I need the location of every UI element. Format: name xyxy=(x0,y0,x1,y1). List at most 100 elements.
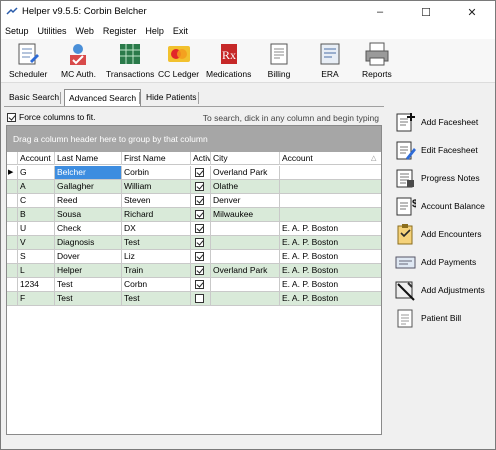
cell-city[interactable]: Olathe xyxy=(211,180,280,193)
cell-first-name[interactable]: William xyxy=(122,180,191,193)
cell-city[interactable]: Denver xyxy=(211,194,280,207)
cell-last-name[interactable]: Test xyxy=(55,292,122,305)
cell-account-2[interactable]: E. A. P. Boston xyxy=(280,236,381,249)
row-selector[interactable] xyxy=(7,264,18,277)
cell-last-name[interactable]: Belcher xyxy=(55,166,122,179)
cell-city[interactable] xyxy=(211,278,280,291)
menu-register[interactable]: Register xyxy=(103,26,137,36)
menu-setup[interactable]: Setup xyxy=(5,26,29,36)
row-selector[interactable] xyxy=(7,222,18,235)
cell-account-2[interactable]: E. A. P. Boston xyxy=(280,278,381,291)
active-checkbox[interactable] xyxy=(195,294,204,303)
active-checkbox[interactable] xyxy=(195,252,204,261)
cell-first-name[interactable]: Corbn xyxy=(122,278,191,291)
progress-notes-button[interactable]: Progress Notes xyxy=(394,167,480,189)
cell-account[interactable]: S xyxy=(18,250,55,263)
table-row[interactable]: F Test Test E. A. P. Boston xyxy=(7,292,381,306)
menu-utilities[interactable]: Utilities xyxy=(38,26,67,36)
cc-ledger-button[interactable]: CC Ledger xyxy=(158,41,199,81)
row-selector[interactable] xyxy=(7,278,18,291)
force-fit-checkbox[interactable] xyxy=(7,112,16,122)
cell-last-name[interactable]: Test xyxy=(55,278,122,291)
row-selector[interactable] xyxy=(7,194,18,207)
cell-last-name[interactable]: Sousa xyxy=(55,208,122,221)
cell-last-name[interactable]: Check xyxy=(55,222,122,235)
cell-account-2[interactable] xyxy=(280,208,381,221)
table-row[interactable]: U Check DX E. A. P. Boston xyxy=(7,222,381,236)
menu-exit[interactable]: Exit xyxy=(173,26,188,36)
add-payments-button[interactable]: Add Payments xyxy=(394,251,476,273)
cell-account[interactable]: V xyxy=(18,236,55,249)
table-row[interactable]: B Sousa Richard Milwaukee xyxy=(7,208,381,222)
minimize-button[interactable]: – xyxy=(357,1,403,23)
cell-account-2[interactable]: E. A. P. Boston xyxy=(280,292,381,305)
cell-account[interactable]: F xyxy=(18,292,55,305)
add-encounters-button[interactable]: Add Encounters xyxy=(394,223,481,245)
cell-city[interactable] xyxy=(211,236,280,249)
cell-first-name[interactable]: Test xyxy=(122,236,191,249)
cell-account[interactable]: B xyxy=(18,208,55,221)
mc-auth-button[interactable]: MC Auth. xyxy=(61,41,96,81)
cell-city[interactable] xyxy=(211,250,280,263)
cell-last-name[interactable]: Helper xyxy=(55,264,122,277)
cell-account-2[interactable]: E. A. P. Boston xyxy=(280,222,381,235)
table-row[interactable]: ▶ G Belcher Corbin Overland Park xyxy=(7,166,381,180)
edit-facesheet-button[interactable]: Edit Facesheet xyxy=(394,139,478,161)
cell-first-name[interactable]: DX xyxy=(122,222,191,235)
cell-active[interactable] xyxy=(191,236,211,249)
menu-help[interactable]: Help xyxy=(145,26,164,36)
column-header-account[interactable]: Account xyxy=(18,152,55,165)
active-checkbox[interactable] xyxy=(195,196,204,205)
cell-active[interactable] xyxy=(191,278,211,291)
row-selector[interactable] xyxy=(7,250,18,263)
cell-active[interactable] xyxy=(191,194,211,207)
table-row[interactable]: V Diagnosis Test E. A. P. Boston xyxy=(7,236,381,250)
cell-first-name[interactable]: Test xyxy=(122,292,191,305)
cell-active[interactable] xyxy=(191,264,211,277)
tab-basic-search[interactable]: Basic Search xyxy=(5,89,63,106)
reports-button[interactable]: Reports xyxy=(362,41,392,81)
cell-account-2[interactable] xyxy=(280,180,381,193)
cell-first-name[interactable]: Liz xyxy=(122,250,191,263)
column-header-last-name[interactable]: Last Name xyxy=(55,152,122,165)
cell-account[interactable]: A xyxy=(18,180,55,193)
row-selector[interactable]: ▶ xyxy=(7,166,18,179)
table-row[interactable]: 1234 Test Corbn E. A. P. Boston xyxy=(7,278,381,292)
cell-account[interactable]: G xyxy=(18,166,55,179)
force-fit-option[interactable]: Force columns to fit. xyxy=(7,112,96,122)
cell-last-name[interactable]: Diagnosis xyxy=(55,236,122,249)
medications-button[interactable]: Rx Medications xyxy=(206,41,251,81)
cell-city[interactable] xyxy=(211,222,280,235)
cell-active[interactable] xyxy=(191,250,211,263)
cell-account[interactable]: L xyxy=(18,264,55,277)
column-header-city[interactable]: City xyxy=(211,152,280,165)
active-checkbox[interactable] xyxy=(195,168,204,177)
tab-advanced-search[interactable]: Advanced Search xyxy=(64,89,142,107)
active-checkbox[interactable] xyxy=(195,224,204,233)
row-selector[interactable] xyxy=(7,292,18,305)
cell-first-name[interactable]: Richard xyxy=(122,208,191,221)
add-facesheet-button[interactable]: Add Facesheet xyxy=(394,111,478,133)
table-row[interactable]: A Gallagher William Olathe xyxy=(7,180,381,194)
account-balance-button[interactable]: $ Account Balance xyxy=(394,195,485,217)
cell-account-2[interactable] xyxy=(280,166,381,179)
cell-city[interactable]: Overland Park xyxy=(211,264,280,277)
active-checkbox[interactable] xyxy=(195,266,204,275)
active-checkbox[interactable] xyxy=(195,210,204,219)
cell-active[interactable] xyxy=(191,180,211,193)
cell-last-name[interactable]: Dover xyxy=(55,250,122,263)
tab-hide-patients[interactable]: Hide Patients xyxy=(142,89,201,106)
maximize-button[interactable]: ☐ xyxy=(403,1,449,23)
cell-city[interactable]: Milwaukee xyxy=(211,208,280,221)
row-selector[interactable] xyxy=(7,180,18,193)
era-button[interactable]: ERA xyxy=(317,41,343,81)
active-checkbox[interactable] xyxy=(195,280,204,289)
cell-first-name[interactable]: Corbin xyxy=(122,166,191,179)
cell-account-2[interactable]: E. A. P. Boston xyxy=(280,264,381,277)
cell-first-name[interactable]: Steven xyxy=(122,194,191,207)
patient-bill-button[interactable]: Patient Bill xyxy=(394,307,461,329)
cell-active[interactable] xyxy=(191,208,211,221)
row-selector[interactable] xyxy=(7,236,18,249)
cell-account[interactable]: 1234 xyxy=(18,278,55,291)
cell-city[interactable]: Overland Park xyxy=(211,166,280,179)
